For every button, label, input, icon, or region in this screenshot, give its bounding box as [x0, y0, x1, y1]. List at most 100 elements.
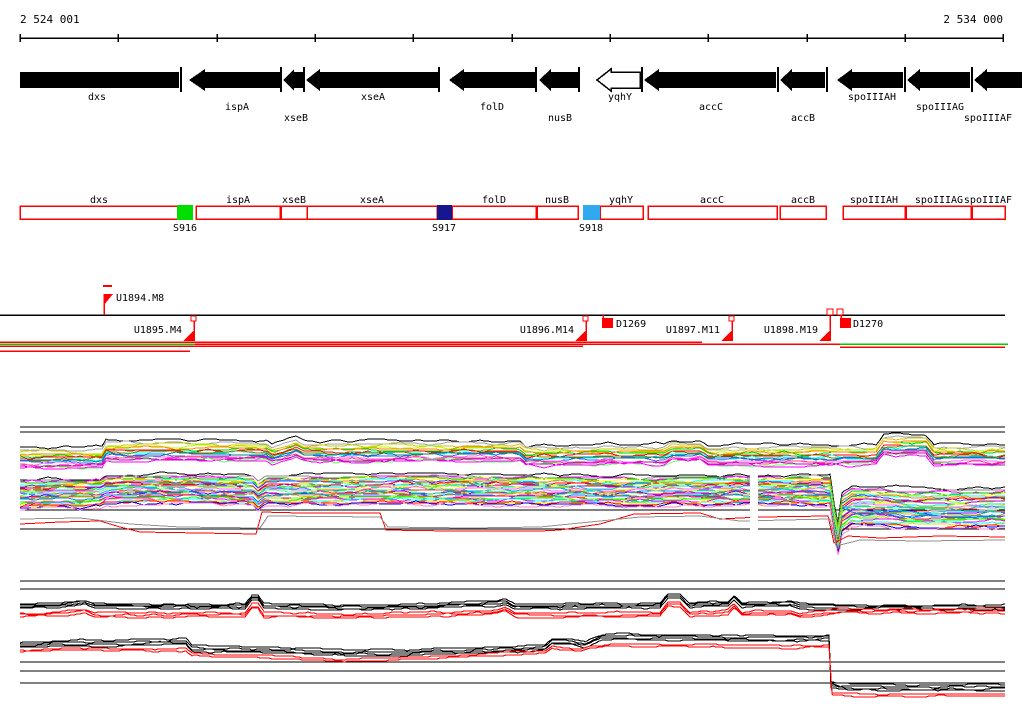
flag-triangle[interactable]	[819, 329, 831, 341]
segment-box-fold[interactable]: folD	[451, 195, 537, 220]
flag-label-u1896-m14[interactable]: U1896.M14	[520, 325, 574, 336]
segment-box-spoiiiag[interactable]: spoIIIAG	[905, 195, 972, 220]
gene-arrow-head[interactable]	[283, 69, 294, 91]
segment-rect[interactable]	[19, 205, 179, 220]
gene-arrow-outline[interactable]	[595, 67, 641, 93]
gene-body[interactable]	[986, 72, 1022, 88]
gene-yqhy[interactable]: yqhY	[595, 67, 643, 103]
flag-triangle[interactable]	[104, 294, 113, 305]
gene-arrow-head[interactable]	[306, 69, 320, 91]
gene-arrow-head[interactable]	[974, 69, 987, 91]
gene-nusb[interactable]: nusB	[539, 67, 580, 124]
flag-u1895-m4[interactable]: U1895.M4	[134, 315, 197, 341]
flag-box[interactable]	[840, 318, 851, 328]
gene-xseb[interactable]: xseB	[283, 67, 308, 124]
gene-accc[interactable]: accC	[644, 67, 779, 113]
segment-label-accc: accC	[700, 195, 724, 206]
segment-box-ispa[interactable]: ispA	[195, 195, 281, 220]
gene-body[interactable]	[204, 72, 280, 88]
marker-label-s917: S917	[432, 223, 456, 234]
gene-label-spoiiiag: spoIIIAG	[916, 102, 964, 113]
segment-rect[interactable]	[195, 205, 281, 220]
gene-arrow-head[interactable]	[837, 69, 852, 91]
segment-rect[interactable]	[971, 205, 1006, 220]
segment-rect[interactable]	[536, 205, 579, 220]
gene-arrow-head[interactable]	[189, 69, 205, 91]
segment-box-xseb[interactable]: xseB	[280, 195, 308, 220]
flag-label-u1897-m11[interactable]: U1897.M11	[666, 325, 720, 336]
flag-label-d1270[interactable]: D1270	[853, 319, 883, 330]
marker-rect[interactable]	[583, 205, 600, 220]
gene-ispa[interactable]: ispA	[189, 67, 282, 113]
segment-label-yqhy: yqhY	[609, 195, 633, 206]
gene-spoiiiah[interactable]: spoIIIAH	[837, 67, 906, 103]
gene-arrow-head[interactable]	[539, 69, 551, 91]
segment-box-xsea[interactable]: xseA	[306, 195, 438, 220]
gene-xsea[interactable]: xseA	[306, 67, 440, 103]
gene-body[interactable]	[293, 72, 303, 88]
gene-body[interactable]	[791, 72, 825, 88]
flag-label-d1269[interactable]: D1269	[616, 319, 646, 330]
gene-body[interactable]	[658, 72, 776, 88]
flag-label-u1895-m4[interactable]: U1895.M4	[134, 325, 182, 336]
segment-rect[interactable]	[905, 205, 972, 220]
segment-rect[interactable]	[779, 205, 827, 220]
flag-label-u1894-m8[interactable]: U1894.M8	[116, 293, 164, 304]
segment-label-xseb: xseB	[282, 195, 306, 206]
flag-u1897-m11[interactable]: U1897.M11	[666, 315, 735, 341]
expression-profile-panel-lower	[19, 580, 1005, 698]
flag-anchor-square-1	[836, 308, 844, 316]
segment-label-fold: folD	[482, 195, 506, 206]
segment-rect[interactable]	[842, 205, 906, 220]
marker-label-s916: S916	[173, 223, 197, 234]
flag-d1269[interactable]: D1269	[602, 315, 646, 330]
flag-u1898-m19[interactable]: U1898.M19	[764, 308, 844, 341]
gene-label-fold: folD	[480, 102, 504, 113]
segment-box-accb[interactable]: accB	[779, 195, 827, 220]
ruler-start-coordinate: 2 524 001	[20, 13, 80, 26]
segment-box-nusb[interactable]: nusB	[536, 195, 579, 220]
gene-fold[interactable]: folD	[449, 67, 537, 113]
segment-rect[interactable]	[647, 205, 778, 220]
gene-spoiiiag[interactable]: spoIIIAG	[907, 67, 973, 113]
segment-label-spoiiiag: spoIIIAG	[915, 195, 963, 206]
flag-u1896-m14[interactable]: U1896.M14	[520, 315, 589, 341]
gene-body[interactable]	[319, 72, 438, 88]
segment-rect[interactable]	[280, 205, 308, 220]
segment-box-yqhy[interactable]: yqhY	[599, 195, 644, 220]
segment-rect[interactable]	[451, 205, 537, 220]
gene-accb[interactable]: accB	[780, 67, 828, 124]
gene-body[interactable]	[550, 72, 578, 88]
gene-arrow-head[interactable]	[907, 69, 920, 91]
flag-anchor-square-0	[728, 315, 735, 322]
gene-body[interactable]	[851, 72, 903, 88]
gene-label-ispa: ispA	[225, 102, 249, 113]
segment-box-dxs[interactable]: dxs	[19, 195, 179, 220]
segment-box-spoiiiah[interactable]: spoIIIAH	[842, 195, 906, 220]
segment-marker-s918[interactable]: S918	[579, 205, 603, 234]
marker-rect[interactable]	[437, 205, 452, 220]
upper-black-group-series-0	[20, 593, 1005, 607]
gene-arrow-head[interactable]	[780, 69, 792, 91]
gene-dxs[interactable]: dxs	[20, 67, 182, 103]
flag-u1894-m8[interactable]: U1894.M8	[103, 285, 164, 315]
genome-browser-scene: 2 524 001 2 534 000 dxs ispA xseB xseA folD n…	[0, 13, 1022, 698]
gene-label-xseb: xseB	[284, 113, 308, 124]
gene-label-accc: accC	[699, 102, 723, 113]
gene-body[interactable]	[919, 72, 970, 88]
flag-label-u1898-m19[interactable]: U1898.M19	[764, 325, 818, 336]
segment-box-accc[interactable]: accC	[647, 195, 778, 220]
flag-triangle[interactable]	[575, 329, 587, 341]
segment-rect[interactable]	[306, 205, 438, 220]
gene-body[interactable]	[20, 72, 179, 88]
flag-d1270[interactable]: D1270	[840, 315, 883, 330]
segment-rect[interactable]	[599, 205, 644, 220]
flag-box[interactable]	[602, 318, 613, 328]
expression-profile-panel-upper	[19, 426, 1006, 556]
gene-body[interactable]	[463, 72, 535, 88]
flag-triangle[interactable]	[721, 329, 733, 341]
flag-triangle[interactable]	[183, 329, 195, 341]
marker-rect[interactable]	[177, 205, 193, 220]
gene-arrow-head[interactable]	[449, 69, 464, 91]
gene-arrow-head[interactable]	[644, 69, 659, 91]
